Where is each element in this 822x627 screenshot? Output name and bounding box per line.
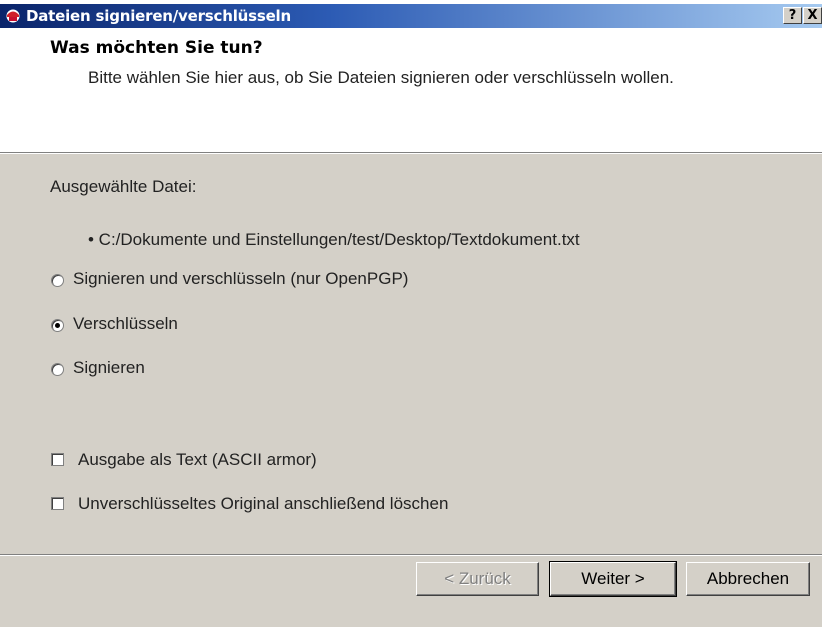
checkbox-ascii-armor[interactable] (51, 453, 64, 466)
radio-encrypt[interactable] (51, 319, 64, 332)
radio-encrypt-label[interactable]: Verschlüsseln (73, 314, 178, 334)
checkbox-delete-original-label[interactable]: Unverschlüsseltes Original anschließend … (78, 494, 448, 514)
checkbox-ascii-armor-label[interactable]: Ausgabe als Text (ASCII armor) (78, 450, 317, 470)
app-icon (6, 9, 20, 23)
wizard-body (0, 154, 822, 627)
footer-separator (0, 554, 822, 556)
close-button[interactable]: X (803, 7, 822, 24)
cancel-button[interactable]: Abbrechen (686, 562, 810, 596)
back-button[interactable]: < Zurück (416, 562, 539, 596)
checkbox-delete-original[interactable] (51, 497, 64, 510)
radio-sign-label[interactable]: Signieren (73, 358, 145, 378)
window-title: Dateien signieren/verschlüsseln (26, 7, 291, 25)
dialog-window: Dateien signieren/verschlüsseln ? X Was … (0, 0, 822, 627)
help-button[interactable]: ? (783, 7, 802, 24)
radio-selected-dot (55, 323, 60, 328)
radio-sign-encrypt[interactable] (51, 274, 64, 287)
selected-files-label: Ausgewählte Datei: (50, 177, 197, 196)
next-button[interactable]: Weiter > (549, 561, 677, 597)
page-title: Was möchten Sie tun? (50, 38, 263, 58)
radio-sign-encrypt-label[interactable]: Signieren und verschlüsseln (nur OpenPGP… (73, 269, 408, 289)
page-subtitle: Bitte wählen Sie hier aus, ob Sie Dateie… (88, 68, 674, 87)
title-bar[interactable]: Dateien signieren/verschlüsseln ? X (0, 4, 822, 28)
radio-sign[interactable] (51, 363, 64, 376)
file-list-item: • C:/Dokumente und Einstellungen/test/De… (88, 230, 580, 249)
